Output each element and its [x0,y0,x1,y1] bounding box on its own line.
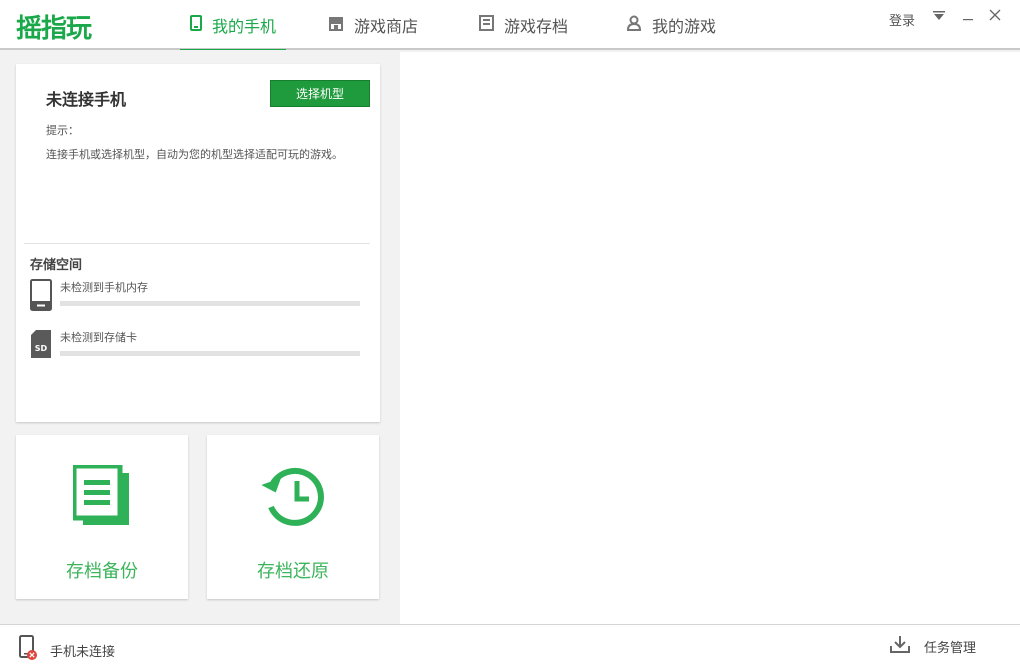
divider [24,243,370,244]
app-logo: 摇指玩 [16,14,92,44]
user-icon [626,15,642,35]
connection-card: 未连接手机 选择机型 提示： 连接手机或选择机型，自动为您的机型选择适配可玩的游… [16,64,380,422]
backup-label: 存档备份 [66,561,138,582]
app-window: 摇指玩 我的手机 游戏商店 游戏存档 我的游戏 登录 未连接手机 选择机型 提示… [0,0,1020,667]
close-button[interactable] [989,9,1001,25]
phone-storage-bar [60,301,360,306]
restore-label: 存档还原 [257,561,329,582]
select-model-button[interactable]: 选择机型 [270,80,370,107]
left-panel: 未连接手机 选择机型 提示： 连接手机或选择机型，自动为您的机型选择适配可玩的游… [0,50,400,624]
tab-game-store[interactable]: 游戏商店 [328,0,418,50]
phone-storage-row: 未检测到手机内存 [30,279,360,311]
tab-game-archive[interactable]: 游戏存档 [479,0,568,50]
top-bar: 摇指玩 我的手机 游戏商店 游戏存档 我的游戏 登录 [0,0,1020,52]
tab-my-phone[interactable]: 我的手机 [180,0,286,52]
phone-storage-label: 未检测到手机内存 [60,281,148,294]
login-link[interactable]: 登录 [889,10,915,29]
sd-storage-label: 未检测到存储卡 [60,331,137,344]
archive-icon [479,15,494,35]
task-manager-label: 任务管理 [924,640,977,656]
status-bar: 手机未连接 任务管理 [0,624,1020,667]
phone-disconnected-icon [18,635,38,665]
sd-storage-bar [60,351,360,356]
restore-clock-icon [261,465,325,531]
archive-restore-card[interactable]: 存档还原 [207,435,379,599]
phone-memory-icon [30,279,52,315]
phone-status-text: 手机未连接 [50,644,116,660]
phone-icon [189,15,202,35]
backup-document-icon [71,463,131,531]
storage-title: 存储空间 [30,258,83,273]
dropdown-icon[interactable] [932,10,946,26]
hint-label: 提示： [46,124,79,137]
tab-label: 游戏商店 [354,17,419,36]
content-area [400,52,1020,624]
hint-text: 连接手机或选择机型，自动为您的机型选择适配可玩的游戏。 [46,148,343,161]
task-manager-button[interactable]: 任务管理 [890,635,976,657]
tab-label: 我的游戏 [652,17,717,36]
tab-my-games[interactable]: 我的游戏 [626,0,716,50]
tab-label: 游戏存档 [504,17,569,36]
archive-backup-card[interactable]: 存档备份 [16,435,188,599]
download-icon [890,635,910,657]
tab-label: 我的手机 [211,17,276,36]
sd-storage-row: SD 未检测到存储卡 [30,329,360,361]
sd-card-icon: SD [30,329,52,363]
connection-title: 未连接手机 [46,90,127,109]
svg-text:SD: SD [35,344,48,353]
minimize-button[interactable] [962,6,974,26]
phone-status: 手机未连接 [18,635,115,665]
store-icon [328,16,344,35]
